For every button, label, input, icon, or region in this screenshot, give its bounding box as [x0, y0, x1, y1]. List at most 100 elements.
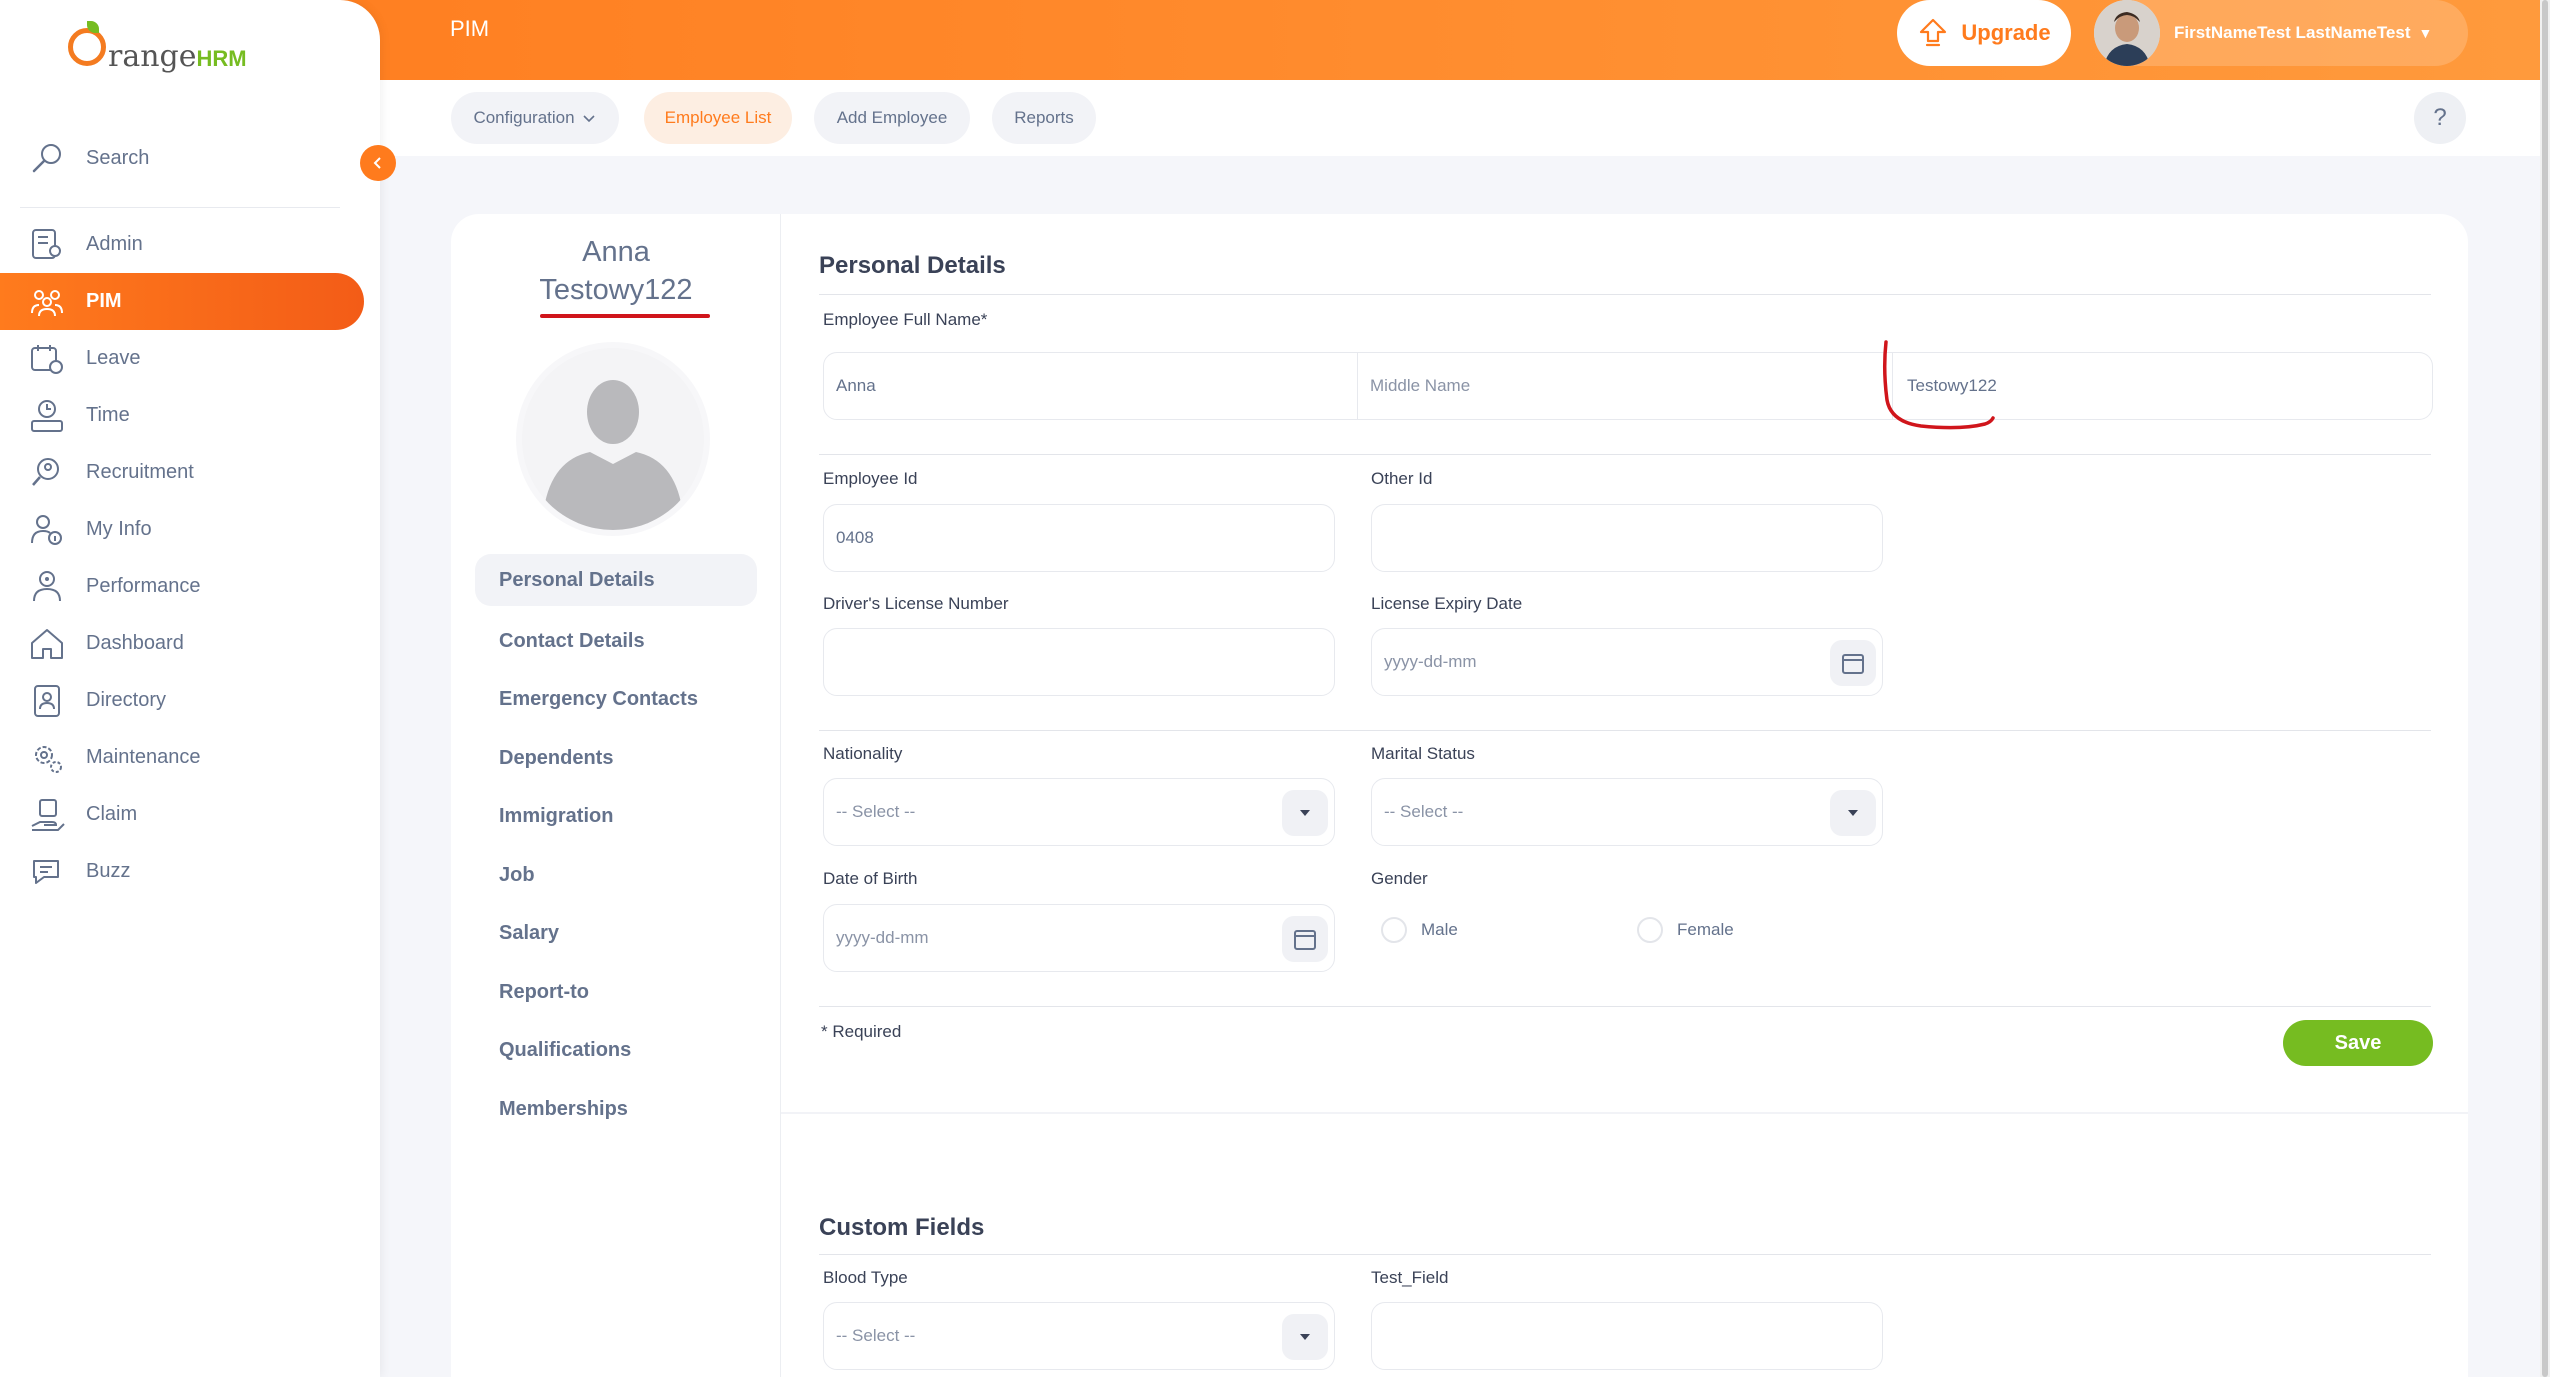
- claim-icon: [31, 798, 65, 831]
- user-dropdown[interactable]: FirstNameTest LastNameTest ▼: [2094, 0, 2468, 66]
- dropdown-button[interactable]: [1830, 790, 1876, 836]
- sub-navigation: Configuration Employee List Add Employee…: [380, 80, 2540, 156]
- buzz-icon: [33, 859, 59, 884]
- employee-id-value: 0408: [836, 528, 874, 547]
- last-name-field[interactable]: Testowy122: [1893, 352, 2433, 420]
- employee-first-name: Anna: [582, 236, 650, 268]
- middle-name-field[interactable]: Middle Name: [1358, 352, 1893, 420]
- personal-details-form: Personal Details Employee Full Name* Ann…: [781, 214, 2468, 1377]
- section-divider: [819, 730, 2431, 731]
- blood-type-placeholder: -- Select --: [836, 1326, 916, 1345]
- sidebar-item-admin[interactable]: Admin: [0, 216, 380, 273]
- sidebar-item-maintenance[interactable]: Maintenance: [0, 729, 380, 786]
- directory-icon: [34, 684, 60, 717]
- sidebar-item-label: Dashboard: [86, 632, 184, 654]
- first-name-field[interactable]: Anna: [823, 352, 1358, 420]
- marital-status-select[interactable]: -- Select --: [1371, 778, 1883, 846]
- scrollbar-thumb[interactable]: [2542, 0, 2548, 1377]
- employee-avatar[interactable]: [522, 348, 704, 530]
- tab-configuration[interactable]: Configuration: [451, 92, 619, 144]
- license-expiry-placeholder: yyyy-dd-mm: [1384, 652, 1477, 671]
- license-expiry-field[interactable]: yyyy-dd-mm: [1371, 628, 1883, 696]
- search-label: Search: [86, 146, 150, 169]
- caret-down-icon: [1300, 810, 1310, 816]
- my-info-icon: [31, 514, 62, 545]
- employee-profile-panel: Anna Testowy122 Personal Details Contact…: [451, 214, 781, 1377]
- tab-immigration[interactable]: Immigration: [475, 788, 757, 847]
- required-note: * Required: [821, 1022, 902, 1041]
- personal-details-title: Personal Details: [819, 252, 1006, 279]
- calendar-button[interactable]: [1830, 640, 1876, 686]
- tab-add-employee[interactable]: Add Employee: [814, 92, 970, 144]
- save-button[interactable]: Save: [2283, 1020, 2433, 1066]
- annotation-underline: [540, 314, 710, 318]
- tab-salary[interactable]: Salary: [475, 905, 757, 964]
- tab-memberships[interactable]: Memberships: [475, 1080, 757, 1139]
- blood-type-select[interactable]: -- Select --: [823, 1302, 1335, 1370]
- nationality-placeholder: -- Select --: [836, 802, 916, 821]
- help-button[interactable]: ?: [2414, 92, 2466, 144]
- tab-configuration-label: Configuration: [473, 108, 575, 127]
- sidebar-item-label: My Info: [86, 518, 152, 540]
- avatar: [2094, 0, 2160, 66]
- tab-report-to[interactable]: Report-to: [475, 963, 757, 1022]
- marital-status-label: Marital Status: [1371, 744, 1475, 763]
- tab-reports[interactable]: Reports: [992, 92, 1096, 144]
- other-id-field[interactable]: [1371, 504, 1883, 572]
- maintenance-icon: [35, 745, 62, 773]
- sidebar-item-label: Buzz: [86, 860, 131, 882]
- sidebar-item-pim[interactable]: PIM: [0, 273, 364, 330]
- pim-icon: [31, 289, 63, 316]
- sidebar-collapse-button[interactable]: [360, 145, 396, 181]
- dropdown-button[interactable]: [1282, 1314, 1328, 1360]
- nationality-select[interactable]: -- Select --: [823, 778, 1335, 846]
- calendar-icon: [1294, 930, 1316, 950]
- upgrade-label: Upgrade: [1961, 20, 2051, 45]
- sidebar-item-label: Leave: [86, 347, 141, 369]
- tab-qualifications[interactable]: Qualifications: [475, 1022, 757, 1081]
- test-field-input[interactable]: [1371, 1302, 1883, 1370]
- license-number-field[interactable]: [823, 628, 1335, 696]
- dropdown-button[interactable]: [1282, 790, 1328, 836]
- tab-personal-details[interactable]: Personal Details: [475, 554, 757, 606]
- calendar-icon: [1842, 654, 1864, 674]
- sidebar-item-time[interactable]: Time: [0, 387, 380, 444]
- sidebar-item-claim[interactable]: Claim: [0, 786, 380, 843]
- tab-dependents[interactable]: Dependents: [475, 729, 757, 788]
- upgrade-button[interactable]: Upgrade: [1897, 0, 2071, 66]
- tab-job[interactable]: Job: [475, 846, 757, 905]
- calendar-button[interactable]: [1282, 916, 1328, 962]
- employee-id-field[interactable]: 0408: [823, 504, 1335, 572]
- license-expiry-label: License Expiry Date: [1371, 594, 1523, 613]
- gender-male-option[interactable]: Male: [1381, 917, 1458, 943]
- sidebar-item-label: Performance: [86, 575, 201, 597]
- employee-details-card: Anna Testowy122 Personal Details Contact…: [451, 214, 2468, 1377]
- radio-button[interactable]: [1637, 917, 1663, 943]
- tab-contact-details[interactable]: Contact Details: [475, 612, 757, 671]
- sidebar-item-buzz[interactable]: Buzz: [0, 843, 380, 900]
- license-label: Driver's License Number: [823, 594, 1009, 613]
- section-separator: [781, 1112, 2468, 1114]
- nationality-label: Nationality: [823, 744, 903, 763]
- caret-down-icon: [1848, 810, 1858, 816]
- radio-button[interactable]: [1381, 917, 1407, 943]
- sidebar-search[interactable]: Search: [30, 140, 149, 176]
- upgrade-icon: [1920, 18, 1947, 47]
- sidebar-item-leave[interactable]: Leave: [0, 330, 380, 387]
- dob-field[interactable]: yyyy-dd-mm: [823, 904, 1335, 972]
- sidebar-item-my-info[interactable]: My Info: [0, 501, 380, 558]
- gender-female-option[interactable]: Female: [1637, 917, 1734, 943]
- sidebar-item-directory[interactable]: Directory: [0, 672, 380, 729]
- gender-label: Gender: [1371, 869, 1428, 888]
- employee-id-label: Employee Id: [823, 469, 918, 488]
- tab-emergency-contacts[interactable]: Emergency Contacts: [475, 671, 757, 730]
- logo-o-shape: [68, 21, 106, 66]
- chevron-down-icon: [582, 115, 595, 123]
- sidebar-item-recruitment[interactable]: Recruitment: [0, 444, 380, 501]
- tab-employee-list[interactable]: Employee List: [644, 92, 792, 144]
- sidebar-item-label: Claim: [86, 803, 138, 825]
- sidebar-item-performance[interactable]: Performance: [0, 558, 380, 615]
- profile-tabs: Personal Details Contact Details Emergen…: [475, 554, 757, 1139]
- last-name-value: Testowy122: [1907, 376, 1997, 395]
- sidebar-item-dashboard[interactable]: Dashboard: [0, 615, 380, 672]
